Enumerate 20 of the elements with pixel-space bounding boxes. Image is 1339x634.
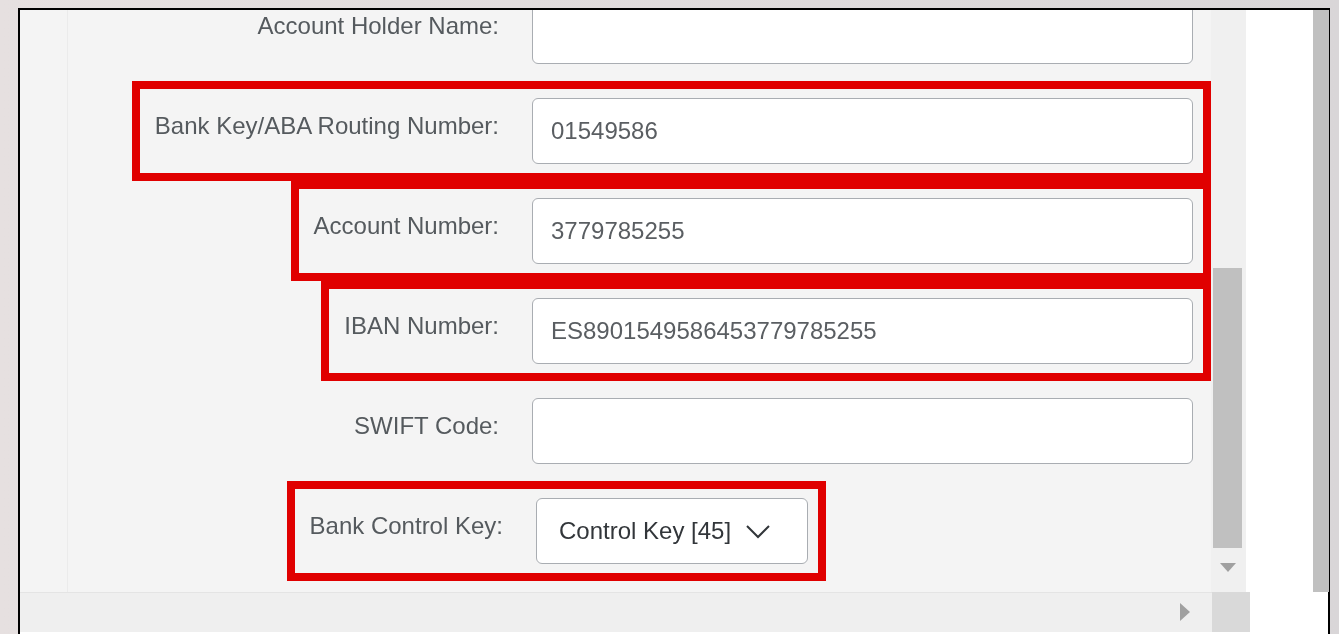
vertical-scrollbar[interactable] <box>1211 10 1246 592</box>
scroll-down-icon[interactable] <box>1220 563 1236 572</box>
field-label: Account Number: <box>313 211 499 240</box>
scroll-right-icon[interactable] <box>1180 603 1190 621</box>
field-label: SWIFT Code: <box>354 411 499 440</box>
field-label: Bank Control Key: <box>309 511 503 540</box>
horizontal-scrollbar[interactable] <box>20 592 1212 632</box>
field-label: Bank Key/ABA Routing Number: <box>154 111 499 140</box>
chevron-down-icon <box>745 523 772 539</box>
text-field[interactable]: ES8901549586453779785255 <box>532 298 1193 364</box>
field-label: Account Holder Name: <box>257 11 499 40</box>
field-label: IBAN Number: <box>344 311 499 340</box>
scroll-thumb[interactable] <box>1213 268 1242 548</box>
text-field[interactable]: 01549586 <box>532 98 1193 164</box>
scrollbar-corner <box>1212 592 1250 632</box>
scrollbar[interactable] <box>1313 10 1329 592</box>
text-field[interactable] <box>532 398 1193 464</box>
text-field[interactable]: 3779785255 <box>532 198 1193 264</box>
text-field[interactable] <box>532 10 1193 64</box>
dropdown[interactable]: Control Key [45] <box>536 498 808 564</box>
